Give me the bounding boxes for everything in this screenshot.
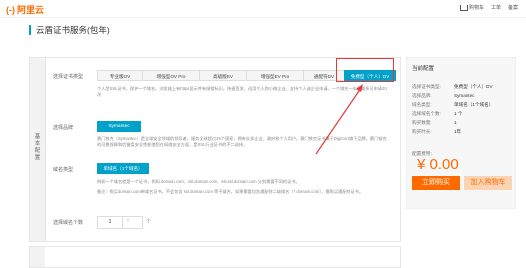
- top-link-beian[interactable]: 备案: [508, 4, 518, 11]
- summary-key: 购买数量:: [412, 120, 432, 125]
- page-title: 云盾证书服务(包年): [29, 25, 110, 35]
- buy-now-button[interactable]: 立即购买: [412, 176, 460, 190]
- add-to-cart-button[interactable]: 加入购物车: [464, 176, 512, 190]
- summary-row: 选择品牌: Symantec: [412, 93, 512, 99]
- summary-key: 选择证书类型:: [412, 84, 441, 89]
- purchase-side-tab: [30, 247, 45, 267]
- summary-title: 当前配置: [412, 66, 435, 72]
- top-links: 购物车 工单 备案: [459, 4, 518, 11]
- summary-row: 购买时长: 1年: [412, 129, 512, 135]
- summary-key: 购买时长:: [412, 129, 432, 134]
- top-bar: (-) 阿里云 购物车 工单 备案: [0, 0, 526, 18]
- arrow-head: [356, 84, 363, 92]
- summary-value: 1年: [454, 129, 462, 134]
- summary-row: 购买数量: 1: [412, 120, 512, 126]
- cart-icon: [459, 4, 468, 11]
- summary-panel: 当前配置 选择证书类型: 免费型（个人）DV 选择品牌: Symantec 域名类型…: [406, 57, 516, 209]
- logo-text: 阿里云: [17, 5, 45, 15]
- top-link-cart[interactable]: 购物车: [459, 4, 484, 11]
- annotation-arrow: [315, 84, 363, 155]
- summary-row: 选择域名个数: 1 个: [412, 111, 512, 117]
- price-value: ¥ 0.00: [417, 156, 459, 173]
- summary-value: Symantec: [454, 93, 475, 98]
- aliyun-logo[interactable]: (-) 阿里云: [6, 3, 44, 16]
- summary-key: 选择域名个数:: [412, 111, 441, 116]
- summary-value: 单域名（1个域名）: [454, 102, 494, 107]
- summary-value: 免费型（个人）DV: [454, 84, 493, 89]
- config-panel: 基本配置 选择证书类型 专业版OV 增强型OV Pro 高级版EV 增强型EV …: [29, 57, 401, 242]
- logo-icon: (-): [6, 5, 15, 15]
- summary-value: 1: [454, 120, 457, 125]
- summary-key: 选择品牌:: [412, 93, 432, 98]
- summary-key: 域名类型:: [412, 102, 432, 107]
- summary-value: 1 个: [454, 111, 463, 116]
- top-link-ticket[interactable]: 工单: [491, 4, 501, 11]
- summary-row: 域名类型: 单域名（1个域名）: [412, 102, 512, 108]
- arrow-line: [315, 87, 362, 155]
- summary-row: 选择证书类型: 免费型（个人）DV: [412, 84, 512, 90]
- purchase-panel: [29, 246, 401, 268]
- cart-link-label: 购物车: [468, 5, 484, 11]
